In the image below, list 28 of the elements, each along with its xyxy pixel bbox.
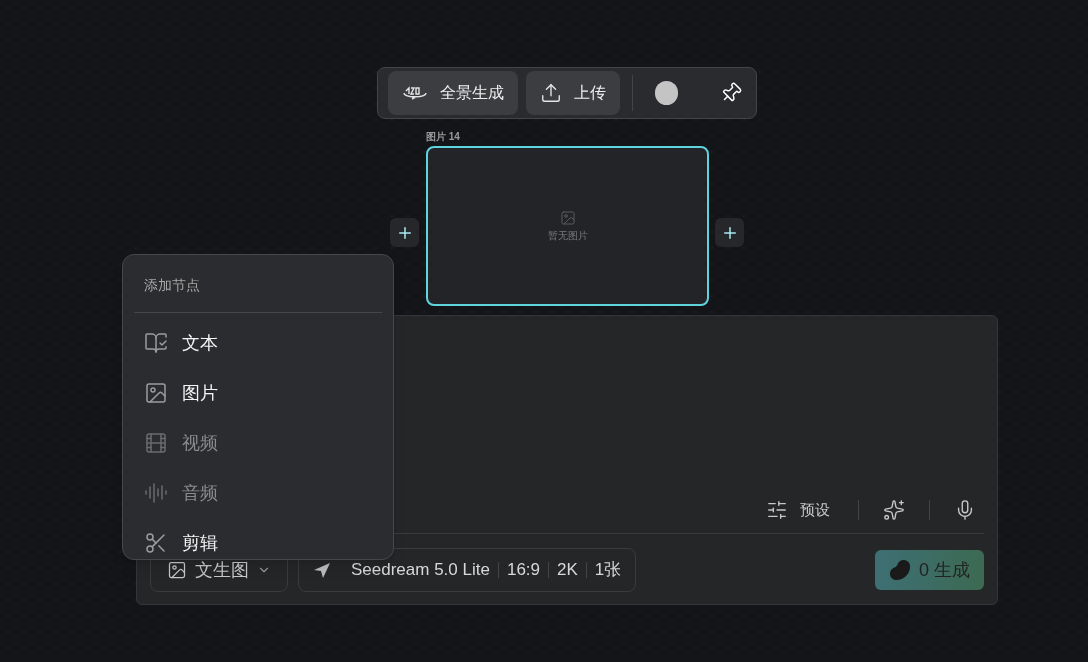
book-check-icon: [144, 331, 168, 355]
model-option: 1张: [594, 557, 622, 583]
color-swatch-button[interactable]: [654, 81, 678, 105]
sliders-icon: [766, 498, 788, 521]
model-name: Seedream 5.0 Lite: [351, 559, 490, 582]
add-right-button[interactable]: [715, 218, 744, 247]
menu-item[interactable]: 文本: [134, 318, 382, 368]
bean-icon: [889, 559, 911, 581]
model-option: 16:9: [506, 557, 540, 583]
toolbar-button[interactable]: 上传: [526, 71, 620, 115]
toolbar-button[interactable]: 全景生成: [388, 71, 518, 115]
image-icon: [167, 560, 187, 580]
placeholder-text: 暂无图片: [547, 228, 588, 243]
upload-icon: [540, 82, 562, 104]
panorama-icon: [402, 83, 428, 103]
node-label: 图片 14: [426, 130, 460, 144]
preset-button[interactable]: 预设: [766, 498, 842, 521]
add-left-button[interactable]: [390, 218, 419, 247]
audio-wave-icon: [144, 481, 168, 505]
scissors-icon: [144, 531, 168, 555]
model-option: 2K: [557, 557, 578, 583]
image-placeholder-icon: [559, 209, 576, 226]
film-icon: [144, 431, 168, 455]
sparkle-icon: [883, 498, 905, 521]
image-node[interactable]: 暂无图片: [426, 146, 709, 306]
image-icon: [144, 381, 168, 405]
menu-title: 添加节点: [134, 255, 382, 313]
menu-item[interactable]: 图片: [134, 368, 382, 418]
